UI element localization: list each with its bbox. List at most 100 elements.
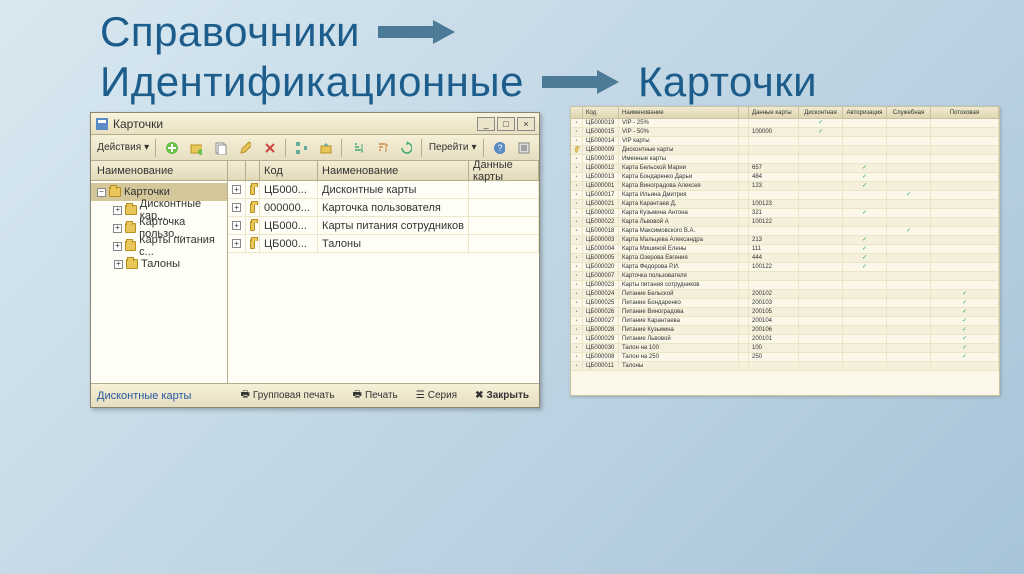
copy-button[interactable] xyxy=(209,138,232,158)
tree-pane: Наименование − Карточки +Дисконтные кар.… xyxy=(91,161,228,383)
bigtable-header-cell[interactable]: Авторизация xyxy=(843,107,887,118)
grid-row[interactable]: +ЦБ000...Карты питания сотрудников xyxy=(228,217,539,235)
expand-icon[interactable]: + xyxy=(232,239,241,248)
expand-icon[interactable]: + xyxy=(113,206,122,215)
grid-header-data[interactable]: Данные карты xyxy=(469,161,539,180)
add-button[interactable] xyxy=(160,138,183,158)
bigtable-row[interactable]: •ЦБ000003Карта Мальцева Александра213✓ xyxy=(571,236,999,245)
bigtable-row[interactable]: •ЦБ000025Питание Бондаренко200103✓ xyxy=(571,299,999,308)
bigtable-cell xyxy=(843,227,887,235)
bigtable-header-cell[interactable]: Данные карты xyxy=(749,107,799,118)
bigtable-header-cell[interactable]: Потоковая xyxy=(931,107,999,118)
expand-icon[interactable]: + xyxy=(232,185,241,194)
goto-menu[interactable]: Перейти▾ xyxy=(426,138,479,158)
maximize-button[interactable]: □ xyxy=(497,117,515,131)
expand-icon[interactable]: − xyxy=(97,188,106,197)
bigtable-row[interactable]: •ЦБ000029Питание Львовой200101✓ xyxy=(571,335,999,344)
expand-icon[interactable]: + xyxy=(113,242,122,251)
bigtable-row[interactable]: •ЦБ000022Карта Львовой А100122 xyxy=(571,218,999,227)
grid-header-code[interactable]: Код xyxy=(260,161,318,180)
hierarchy-button[interactable] xyxy=(290,138,313,158)
bigtable-row[interactable]: •ЦБ000002Карта Кузьмина Антона321✓ xyxy=(571,209,999,218)
grid-header-name[interactable]: Наименование xyxy=(318,161,469,180)
add-folder-button[interactable] xyxy=(185,138,208,158)
bigtable-row[interactable]: •ЦБ000004Карта Мишиной Елены111✓ xyxy=(571,245,999,254)
bigtable-row[interactable]: •ЦБ000017Карта Ильина Дмитрия✓ xyxy=(571,191,999,200)
expand-icon[interactable]: + xyxy=(232,203,241,212)
bigtable-row[interactable]: ЦБ000009Дисконтные карты xyxy=(571,146,999,155)
titlebar[interactable]: Карточки _ □ × xyxy=(91,113,539,135)
bigtable-row[interactable]: •ЦБ000030Талон на 100100✓ xyxy=(571,344,999,353)
minimize-button[interactable]: _ xyxy=(477,117,495,131)
sort-up-button[interactable] xyxy=(346,138,369,158)
bigtable-row[interactable]: •ЦБ000014VIP карты xyxy=(571,137,999,146)
expand-cell[interactable]: + xyxy=(228,235,246,252)
actions-menu[interactable]: Действия▾ xyxy=(95,138,151,158)
bigtable-row[interactable]: •ЦБ000013Карта Бондаренко Дарьи484✓ xyxy=(571,173,999,182)
bigtable-header-cell[interactable]: Наименование xyxy=(619,107,739,118)
expand-cell[interactable]: + xyxy=(228,181,246,198)
bigtable-row[interactable]: •ЦБ000008Талон на 250250✓ xyxy=(571,353,999,362)
bigtable-row[interactable]: •ЦБ000011Талоны xyxy=(571,362,999,371)
print-button[interactable]: 🖶Печать xyxy=(349,387,402,404)
bigtable-row[interactable]: •ЦБ000028Питание Кузьмина200106✓ xyxy=(571,326,999,335)
grid-row[interactable]: +000000...Карточка пользователя xyxy=(228,199,539,217)
bigtable-cell xyxy=(749,362,799,370)
sort-down-button[interactable] xyxy=(370,138,393,158)
close-footer-button[interactable]: ✖Закрыть xyxy=(471,390,533,401)
bigtable-row[interactable]: •ЦБ000007Карточка пользователя xyxy=(571,272,999,281)
bigtable-cell: ✓ xyxy=(931,353,999,361)
bigtable-cell: Питание Бельской xyxy=(619,290,739,298)
grid-row[interactable]: +ЦБ000...Дисконтные карты xyxy=(228,181,539,199)
bigtable-row[interactable]: •ЦБ000015VIP - 50%100000✓ xyxy=(571,128,999,137)
grid-header-icon[interactable] xyxy=(228,161,246,180)
bigtable-row[interactable]: •ЦБ000018Карта Максимовского В.А.✓ xyxy=(571,227,999,236)
grid-row[interactable]: +ЦБ000...Талоны xyxy=(228,235,539,253)
status-link[interactable]: Дисконтные карты xyxy=(97,390,226,402)
grid-header-expand[interactable] xyxy=(246,161,260,180)
bigtable-row[interactable]: •ЦБ000019VIP - 25%✓ xyxy=(571,119,999,128)
series-button[interactable]: ☰Серия xyxy=(412,390,461,401)
bigtable-cell: • xyxy=(571,209,583,217)
expand-cell[interactable]: + xyxy=(228,217,246,234)
bigtable-row[interactable]: •ЦБ000005Карта Озерова Евгения444✓ xyxy=(571,254,999,263)
tree-item[interactable]: +Карты питания с... xyxy=(91,237,227,255)
tree-label: Карточки xyxy=(124,186,170,198)
bigtable-cell: ЦБ000021 xyxy=(583,200,619,208)
expand-icon[interactable]: + xyxy=(113,224,122,233)
bigtable-header-cell[interactable] xyxy=(571,107,583,118)
bigtable-row[interactable]: •ЦБ000020Карта Федорова Р.И.100122✓ xyxy=(571,263,999,272)
bigtable-row[interactable]: •ЦБ000023Карты питания сотрудников xyxy=(571,281,999,290)
expand-cell[interactable]: + xyxy=(228,199,246,216)
bigtable-row[interactable]: •ЦБ000027Питание Карантаева200104✓ xyxy=(571,317,999,326)
bigtable-row[interactable]: •ЦБ000024Питание Бельской200102✓ xyxy=(571,290,999,299)
delete-button[interactable] xyxy=(258,138,281,158)
close-button[interactable]: × xyxy=(517,117,535,131)
group-print-button[interactable]: 🖶Групповая печать xyxy=(236,387,338,404)
bigtable-cell xyxy=(931,227,999,235)
bigtable-cell: Карта Карантаев Д. xyxy=(619,200,739,208)
bigtable-cell: Карта Озерова Евгения xyxy=(619,254,739,262)
bigtable-header-cell[interactable]: Служебная xyxy=(887,107,931,118)
bigtable-header-cell[interactable]: Код xyxy=(583,107,619,118)
folder-icon xyxy=(575,148,578,153)
expand-icon[interactable]: + xyxy=(232,221,241,230)
tree-header[interactable]: Наименование xyxy=(91,161,227,181)
bigtable-header-cell[interactable]: Дисконтная xyxy=(799,107,843,118)
settings-button[interactable] xyxy=(512,138,535,158)
bigtable-cell: 200106 xyxy=(749,326,799,334)
move-button[interactable] xyxy=(314,138,337,158)
bigtable-header-cell[interactable] xyxy=(739,107,749,118)
edit-button[interactable] xyxy=(234,138,257,158)
bigtable-row[interactable]: •ЦБ000026Питание Виноградова200105✓ xyxy=(571,308,999,317)
data-cell xyxy=(469,181,539,198)
expand-icon[interactable]: + xyxy=(114,260,123,269)
bigtable-row[interactable]: •ЦБ000021Карта Карантаев Д.100123 xyxy=(571,200,999,209)
bigtable-row[interactable]: •ЦБ000012Карта Бельской Марии657✓ xyxy=(571,164,999,173)
refresh-button[interactable] xyxy=(395,138,418,158)
bigtable-row[interactable]: •ЦБ000010Именные карты xyxy=(571,155,999,164)
bigtable-cell: 100122 xyxy=(749,263,799,271)
bigtable-row[interactable]: •ЦБ000001Карта Виноградова Алексея123✓ xyxy=(571,182,999,191)
help-button[interactable]: ? xyxy=(488,138,511,158)
bigtable-cell: Карта Максимовского В.А. xyxy=(619,227,739,235)
